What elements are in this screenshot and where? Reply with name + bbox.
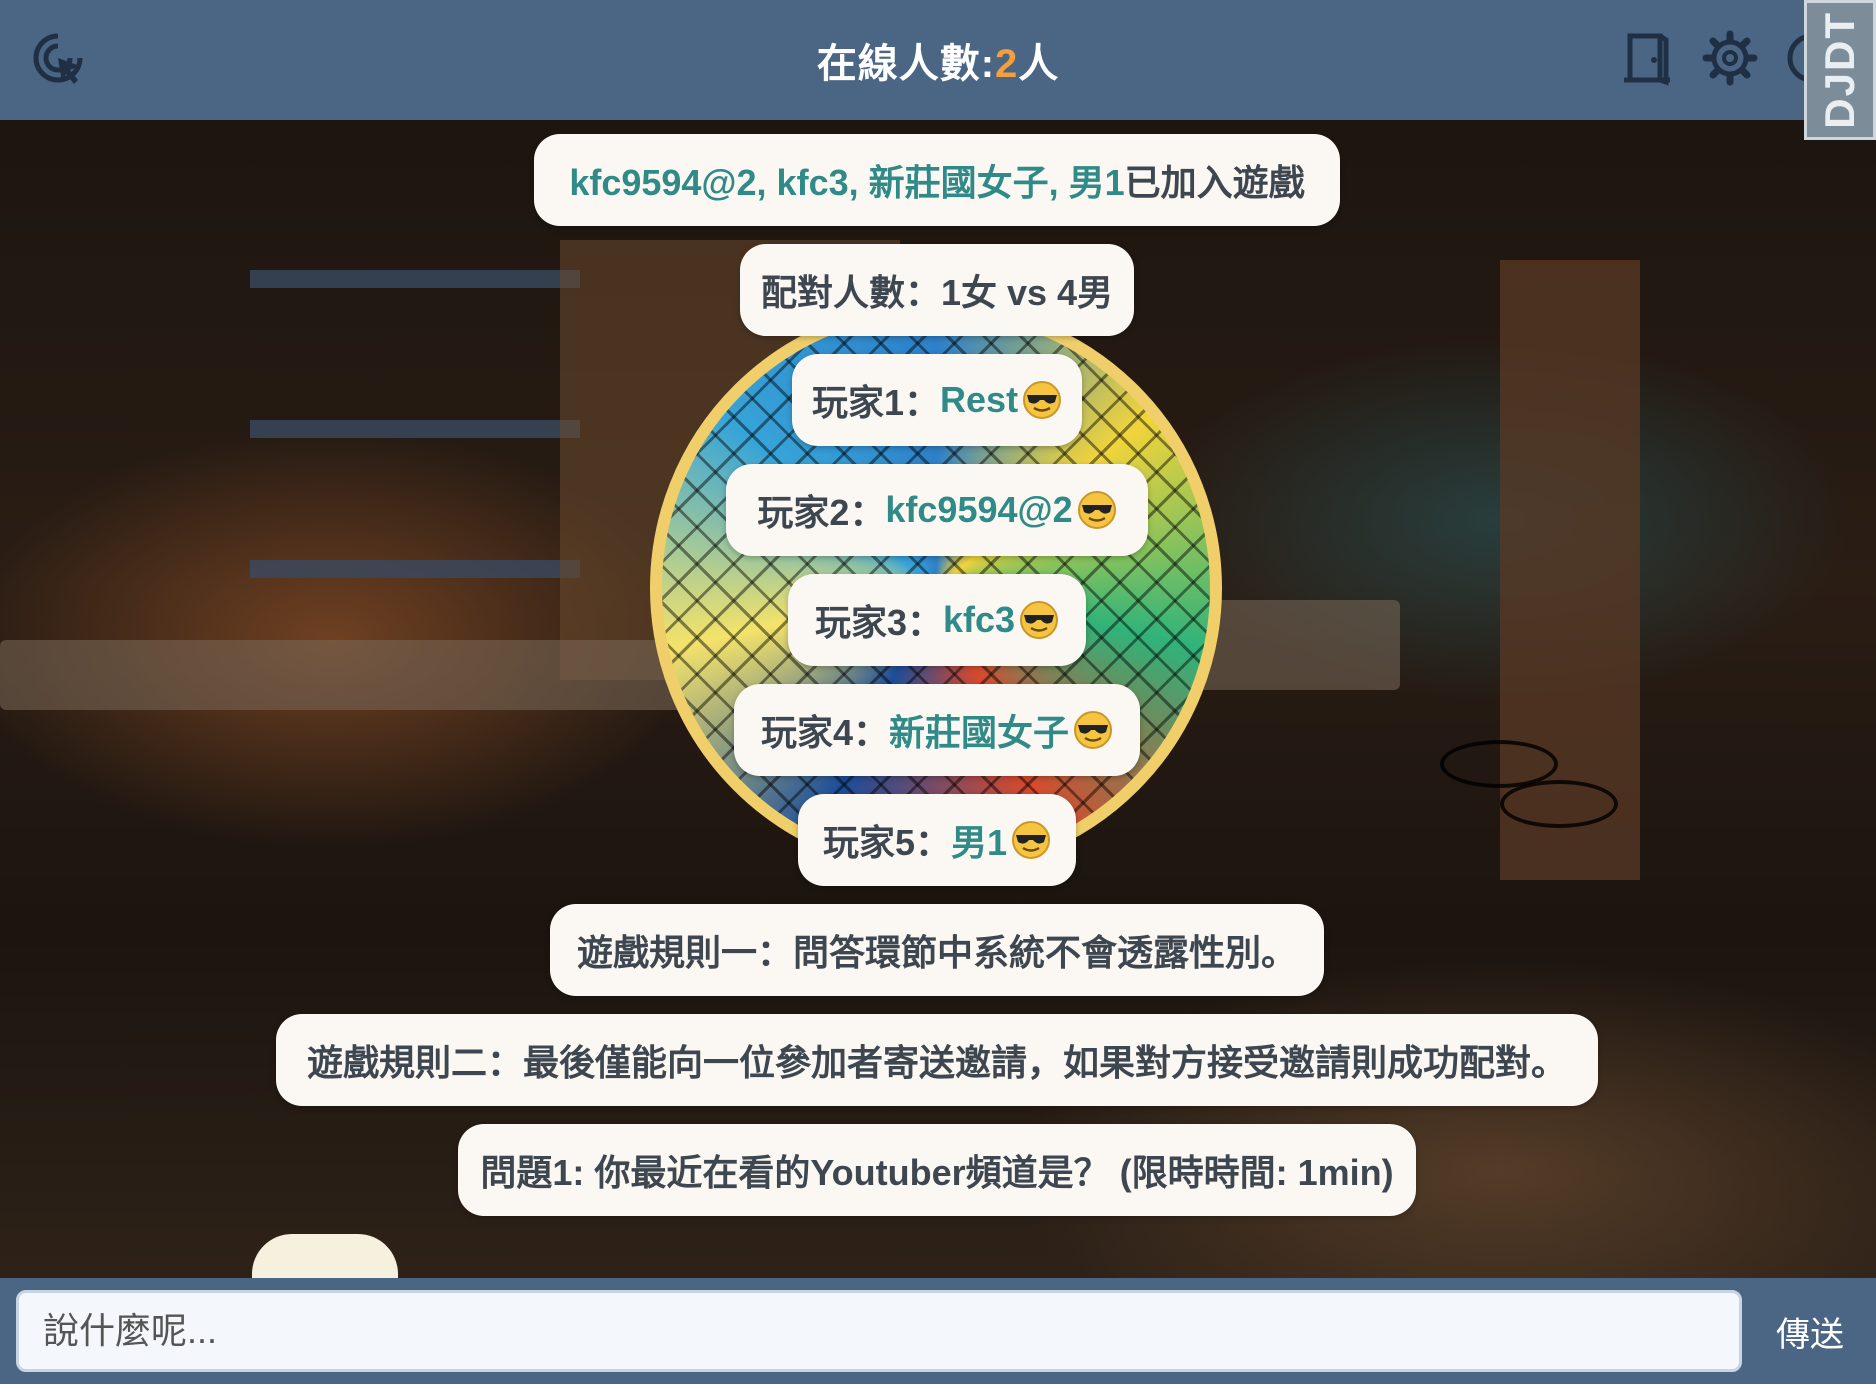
- player-label: 玩家3：: [814, 602, 943, 643]
- message-composer: 傳送: [0, 1278, 1876, 1384]
- player-label: 玩家4：: [760, 712, 889, 753]
- pairing-message: 配對人數：1女 vs 4男: [740, 244, 1134, 336]
- rule-two-text: 遊戲規則二：最後僅能向一位參加者寄送邀請，如果對方接受邀請則成功配對。: [306, 1042, 1567, 1083]
- player-label: 玩家2：: [757, 492, 886, 533]
- title-suffix: 人: [1018, 42, 1060, 86]
- player-name: Rest: [940, 379, 1019, 420]
- logo-text: DJDT: [1816, 11, 1863, 129]
- sunglasses-emoji-icon: [1074, 711, 1113, 749]
- player-name: 新莊國女子: [889, 712, 1070, 753]
- pairing-text: 配對人數：1女 vs 4男: [760, 272, 1114, 313]
- question-message: 問題1: 你最近在看的Youtuber頻道是？ (限時時間: 1min): [458, 1124, 1416, 1216]
- top-bar: 在線人數:2人 DJDT: [0, 0, 1876, 140]
- rule-one-text: 遊戲規則一：問答環節中系統不會透露性別。: [576, 932, 1297, 973]
- cursor-click-icon[interactable]: [30, 30, 86, 86]
- door-exit-icon[interactable]: [1620, 30, 1676, 86]
- player-message: 玩家4： 新莊國女子: [734, 684, 1140, 776]
- sunglasses-emoji-icon: [1020, 601, 1059, 639]
- player-message: 玩家3： kfc3: [788, 574, 1086, 666]
- sunglasses-emoji-icon: [1077, 491, 1116, 529]
- player-label: 玩家1：: [812, 382, 941, 423]
- player-label: 玩家5：: [822, 822, 951, 863]
- message-input[interactable]: [16, 1290, 1742, 1372]
- player-name: 男1: [951, 822, 1008, 863]
- gear-icon[interactable]: [1702, 30, 1758, 86]
- player-name: kfc3: [942, 599, 1016, 640]
- player-name: kfc9594@2: [885, 489, 1073, 530]
- question-text: 問題1: 你最近在看的Youtuber頻道是？ (限時時間: 1min): [480, 1152, 1394, 1193]
- online-count: 2: [995, 42, 1019, 86]
- join-suffix: 已加入遊戲: [1124, 162, 1305, 203]
- title-prefix: 在線人數:: [816, 42, 996, 86]
- player-message: 玩家2： kfc9594@2: [726, 464, 1148, 556]
- rule-one-message: 遊戲規則一：問答環節中系統不會透露性別。: [550, 904, 1324, 996]
- player-message: 玩家1： Rest: [792, 354, 1082, 446]
- sunglasses-emoji-icon: [1012, 821, 1051, 859]
- sunglasses-emoji-icon: [1023, 381, 1062, 419]
- player-message: 玩家5： 男1: [798, 794, 1076, 886]
- join-message: kfc9594@2, kfc3, 新莊國女子, 男1 已加入遊戲: [534, 134, 1340, 226]
- online-count-title: 在線人數:2人: [817, 31, 1060, 89]
- rule-two-message: 遊戲規則二：最後僅能向一位參加者寄送邀請，如果對方接受邀請則成功配對。: [276, 1014, 1598, 1106]
- joined-names: kfc9594@2, kfc3, 新莊國女子, 男1: [569, 162, 1125, 203]
- djdt-logo[interactable]: DJDT: [1804, 0, 1876, 140]
- send-button[interactable]: 傳送: [1760, 1290, 1860, 1372]
